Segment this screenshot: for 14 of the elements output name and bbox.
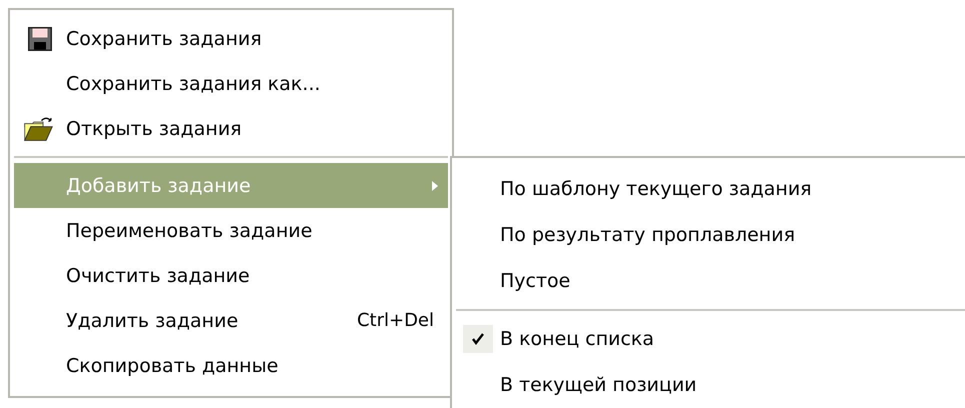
menu-item[interactable]: Сохранить задания (14, 16, 448, 61)
menu-item[interactable]: Переименовать задание (14, 208, 448, 253)
menu-item[interactable]: Очистить задание (14, 253, 448, 298)
menu-item[interactable]: Удалить задание Ctrl+Del (14, 298, 448, 343)
menu-item[interactable]: Открыть задания (14, 106, 448, 151)
shortcut-text: Ctrl+Del (356, 310, 434, 331)
menu-item[interactable]: Сохранить задания как... (14, 61, 448, 106)
menu-item[interactable]: Скопировать данные (14, 343, 448, 388)
menu-item[interactable]: Пустое (456, 258, 965, 304)
menu-item[interactable]: В текущей позиции (456, 362, 965, 408)
menu-item[interactable]: По шаблону текущего задания (456, 166, 965, 212)
submenu-arrow-icon (432, 180, 438, 190)
menu-item[interactable]: В конец списка (456, 316, 965, 362)
menu-item[interactable]: По результату проплавления (456, 212, 965, 258)
